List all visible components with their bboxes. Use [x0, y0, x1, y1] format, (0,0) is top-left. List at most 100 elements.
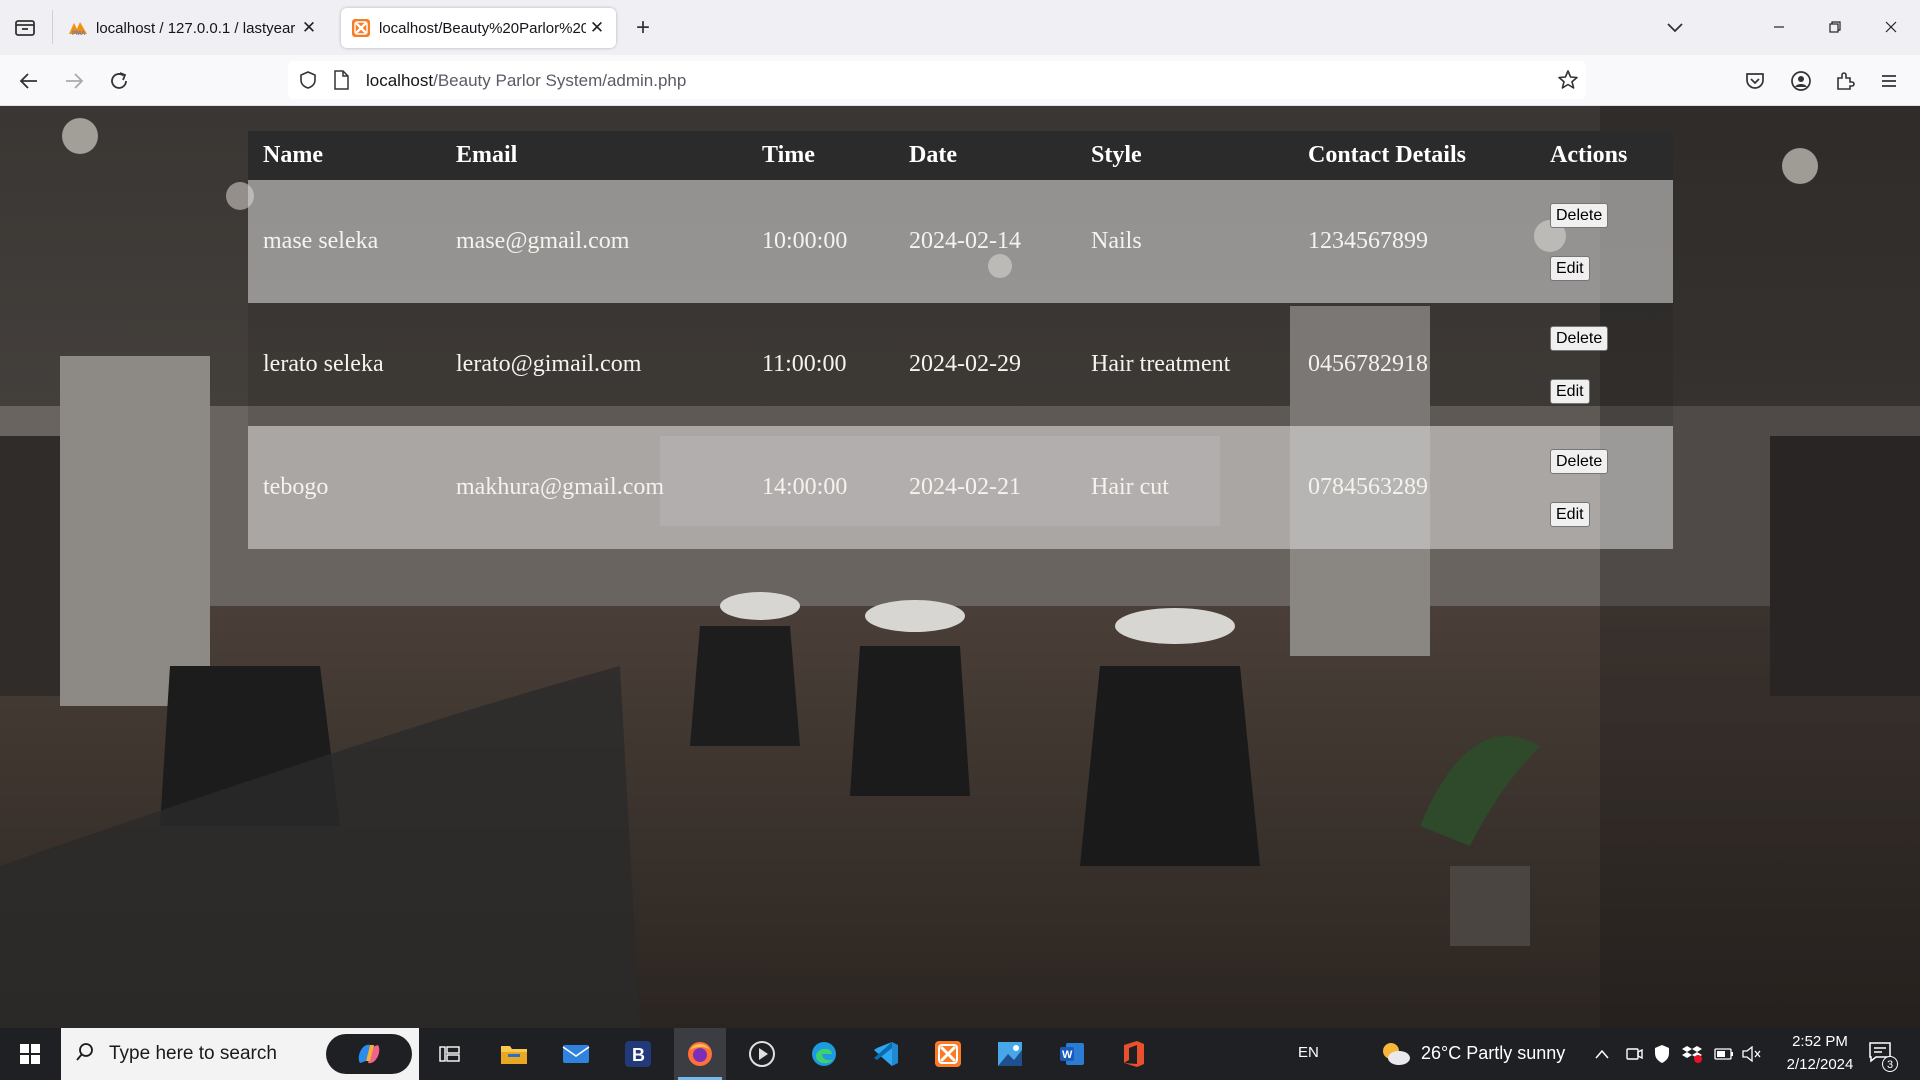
cell-date: 2024-02-29 [909, 351, 1021, 377]
cell-time: 14:00:00 [762, 474, 848, 500]
security-shield-icon[interactable] [1652, 1044, 1672, 1064]
edge-icon[interactable] [798, 1028, 850, 1080]
column-header-email: Email [456, 142, 518, 168]
navigation-toolbar: localhost/Beauty Parlor System/admin.php [0, 55, 1920, 106]
tab-title: localhost/Beauty%20Parlor%20 [379, 19, 586, 37]
url-text[interactable]: localhost/Beauty Parlor System/admin.php [366, 71, 686, 91]
close-tab-icon[interactable]: ✕ [586, 17, 608, 39]
copilot-icon[interactable] [326, 1034, 412, 1074]
account-icon[interactable] [1786, 66, 1816, 96]
column-header-time: Time [762, 142, 815, 168]
column-header-name: Name [263, 142, 323, 168]
forward-arrow-icon[interactable] [59, 66, 89, 96]
search-icon [75, 1042, 95, 1067]
page-info-icon[interactable] [332, 70, 350, 95]
table-header-row: Name Email Time Date Style Contact Detai… [248, 131, 1673, 180]
delete-button[interactable]: Delete [1550, 202, 1609, 228]
list-all-tabs-icon[interactable] [12, 15, 38, 41]
chevron-down-icon[interactable] [1662, 14, 1688, 40]
cell-style: Nails [1091, 228, 1142, 254]
camera-icon[interactable] [1624, 1044, 1644, 1064]
xampp-icon[interactable] [922, 1028, 974, 1080]
back-arrow-icon[interactable] [14, 66, 44, 96]
task-view-icon[interactable] [424, 1028, 476, 1080]
minimize-window-icon[interactable] [1762, 10, 1796, 44]
table-row: tebogo makhura@gmail.com 14:00:00 2024-0… [248, 426, 1673, 549]
cell-style: Hair treatment [1091, 351, 1231, 377]
paint-icon[interactable] [984, 1028, 1036, 1080]
windows-taskbar: Type here to search B W EN 26°C Partly s… [0, 1028, 1920, 1080]
cell-name: tebogo [263, 474, 329, 500]
column-header-actions: Actions [1550, 142, 1628, 168]
vscode-icon[interactable] [860, 1028, 912, 1080]
clock-date[interactable]: 2/12/2024 [1776, 1056, 1864, 1073]
cell-date: 2024-02-21 [909, 474, 1021, 500]
close-tab-icon[interactable]: ✕ [298, 17, 320, 39]
chevron-up-icon[interactable] [1592, 1044, 1612, 1064]
column-header-contact: Contact Details [1308, 142, 1466, 168]
media-player-icon[interactable] [736, 1028, 788, 1080]
clock-time[interactable]: 2:52 PM [1784, 1033, 1856, 1050]
mail-icon[interactable] [550, 1028, 602, 1080]
tab-separator [52, 10, 53, 44]
cell-email: mase@gmail.com [456, 228, 630, 254]
weather-text[interactable]: 26°C Partly sunny [1421, 1043, 1565, 1064]
pocket-icon[interactable] [1740, 66, 1770, 96]
phpmyadmin-icon: PMA [68, 18, 88, 38]
b-app-icon[interactable]: B [612, 1028, 664, 1080]
edit-button[interactable]: Edit [1550, 501, 1590, 527]
restore-window-icon[interactable] [1818, 10, 1852, 44]
cell-contact: 0784563289 [1308, 474, 1428, 500]
tracking-protection-shield-icon[interactable] [298, 70, 318, 95]
delete-button[interactable]: Delete [1550, 325, 1609, 351]
cell-contact: 0456782918 [1308, 351, 1428, 377]
column-header-style: Style [1091, 142, 1142, 168]
tab-beauty-parlor[interactable]: localhost/Beauty%20Parlor%20 ✕ [341, 8, 616, 48]
cell-name: lerato seleka [263, 351, 384, 377]
browser-tab-strip: PMA localhost / 127.0.0.1 / lastyear / ✕… [0, 0, 1920, 55]
url-path: /Beauty Parlor System/admin.php [433, 71, 687, 90]
bookmark-star-icon[interactable] [1556, 68, 1580, 97]
xampp-icon [351, 18, 371, 38]
language-indicator[interactable]: EN [1298, 1044, 1319, 1061]
battery-icon[interactable] [1714, 1044, 1734, 1064]
cell-time: 11:00:00 [762, 351, 847, 377]
cell-time: 10:00:00 [762, 228, 848, 254]
notifications-icon[interactable]: 3 [1868, 1040, 1898, 1072]
new-tab-button[interactable]: + [628, 14, 658, 42]
firefox-icon[interactable] [674, 1028, 726, 1080]
svg-text:W: W [1062, 1049, 1073, 1061]
cell-style: Hair cut [1091, 474, 1169, 500]
table-row: lerato seleka lerato@gimail.com 11:00:00… [248, 303, 1673, 426]
cell-email: makhura@gmail.com [456, 474, 665, 500]
close-window-icon[interactable] [1874, 10, 1908, 44]
cell-contact: 1234567899 [1308, 228, 1428, 254]
file-explorer-icon[interactable] [488, 1028, 540, 1080]
tab-phpmyadmin[interactable]: PMA localhost / 127.0.0.1 / lastyear / ✕ [58, 8, 328, 48]
weather-icon[interactable] [1380, 1040, 1412, 1073]
office-icon[interactable] [1108, 1028, 1160, 1080]
cell-name: mase seleka [263, 228, 379, 254]
windows-start-icon[interactable] [4, 1028, 56, 1080]
tab-title: localhost / 127.0.0.1 / lastyear / [96, 19, 298, 37]
delete-button[interactable]: Delete [1550, 448, 1609, 474]
table-row: mase seleka mase@gmail.com 10:00:00 2024… [248, 180, 1673, 303]
page-content: Name Email Time Date Style Contact Detai… [0, 106, 1920, 1028]
dropbox-icon[interactable] [1682, 1044, 1702, 1064]
column-header-date: Date [909, 142, 957, 168]
url-host: localhost [366, 71, 434, 90]
svg-text:B: B [632, 1045, 645, 1065]
taskbar-search-box[interactable]: Type here to search [61, 1028, 419, 1080]
cell-email: lerato@gimail.com [456, 351, 642, 377]
speaker-muted-icon[interactable] [1742, 1044, 1762, 1064]
address-bar[interactable]: localhost/Beauty Parlor System/admin.php [288, 61, 1586, 99]
edit-button[interactable]: Edit [1550, 378, 1590, 404]
search-placeholder: Type here to search [109, 1043, 277, 1064]
reload-icon[interactable] [104, 66, 134, 96]
menu-hamburger-icon[interactable] [1874, 66, 1904, 96]
word-icon[interactable]: W [1046, 1028, 1098, 1080]
extensions-icon[interactable] [1830, 66, 1860, 96]
edit-button[interactable]: Edit [1550, 255, 1590, 281]
svg-text:PMA: PMA [72, 31, 86, 36]
cell-date: 2024-02-14 [909, 228, 1021, 254]
